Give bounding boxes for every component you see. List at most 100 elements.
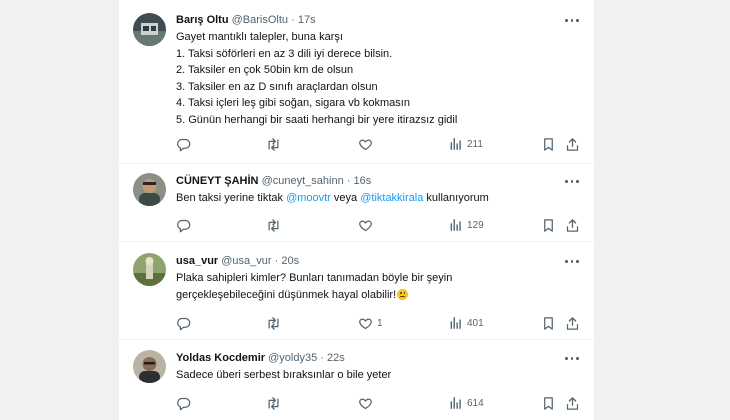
separator-dot: · [291, 14, 295, 26]
retweet-button[interactable] [266, 136, 285, 152]
user-handle[interactable]: @usa_vur [221, 255, 271, 267]
display-name[interactable]: usa_vur [176, 255, 218, 267]
avatar[interactable] [133, 173, 166, 206]
timestamp[interactable]: 16s [353, 175, 371, 187]
display-name[interactable]: CÜNEYT ŞAHİN [176, 175, 259, 187]
heart-icon [358, 137, 373, 152]
views-chart-icon [449, 218, 463, 232]
view-count: 614 [467, 397, 484, 409]
tweet-text-line: 5. Günün herhangi bir saati herhangi bir… [176, 113, 458, 126]
avatar[interactable] [133, 13, 166, 46]
reply-button[interactable] [176, 217, 195, 233]
retweet-icon [266, 137, 281, 152]
mention-link[interactable]: @moovtr [286, 192, 331, 204]
reply-icon [176, 396, 191, 411]
reply-icon [176, 316, 191, 331]
retweet-button[interactable] [266, 395, 285, 411]
tweet-header: CÜNEYT ŞAHİN @cuneyt_sahinn · 16s [176, 175, 371, 187]
share-button[interactable] [565, 217, 580, 233]
like-button[interactable] [358, 395, 377, 411]
bookmark-button[interactable] [541, 217, 556, 233]
text-segment: veya [330, 192, 361, 204]
tweet-text-line: 4. Taksi içleri leş gibi soğan, sigara v… [176, 97, 410, 109]
tweet-text: Plaka sahipleri kimler? Bunları tanımada… [176, 270, 452, 303]
share-icon [565, 218, 580, 233]
like-button[interactable]: 1 [358, 315, 383, 331]
tweet[interactable]: CÜNEYT ŞAHİN @cuneyt_sahinn · 16s Ben ta… [119, 164, 594, 242]
views-chart-icon [449, 396, 463, 410]
reply-button[interactable] [176, 395, 195, 411]
tweet-text-line: 2. Taksiler en çok 50bin km de olsun [176, 64, 354, 76]
tweet-text-line: Ben taksi yerine tiktak @moovtr veya @ti… [176, 190, 489, 207]
separator-dot: · [274, 255, 279, 267]
reply-button[interactable] [176, 136, 195, 152]
user-handle[interactable]: @BarisOltu [232, 14, 288, 26]
tweet-actions: 129 [176, 217, 576, 233]
tweet-header: Yoldas Kocdemir @yoldy35 · 22s [176, 352, 345, 364]
user-handle[interactable]: @yoldy35 [268, 352, 317, 364]
retweet-icon [266, 218, 281, 233]
reply-icon [176, 218, 191, 233]
views-button[interactable]: 614 [449, 395, 484, 411]
tweet[interactable]: Barış Oltu @BarisOltu · 17s Gayet mantık… [119, 0, 594, 164]
tweet-text-line: Sadece überi serbest bıraksınlar o bile … [176, 369, 392, 381]
view-count: 211 [467, 138, 483, 150]
bookmark-button[interactable] [541, 136, 556, 152]
tweet-text: Ben taksi yerine tiktak @moovtr veya @ti… [176, 190, 489, 207]
share-button[interactable] [565, 395, 580, 411]
views-button[interactable]: 211 [449, 136, 483, 152]
tweet-text-line: gerçekleşebileceğini düşünmek hayal olab… [176, 287, 452, 304]
tweet-actions: 211 [176, 136, 576, 152]
tweet-text-line: 3. Taksiler en az D sınıfı araçlardan ol… [176, 80, 378, 93]
tweet[interactable]: usa_vur @usa_vur · 20s Plaka sahipleri k… [119, 242, 594, 340]
retweet-button[interactable] [266, 315, 285, 331]
heart-icon [358, 396, 373, 411]
like-count: 1 [377, 317, 383, 329]
retweet-button[interactable] [266, 217, 285, 233]
bookmark-button[interactable] [541, 315, 556, 331]
tweet-text-line: Plaka sahipleri kimler? Bunları tanımada… [176, 272, 453, 284]
like-button[interactable] [358, 217, 377, 233]
views-chart-icon [449, 316, 463, 330]
timeline-feed: Barış Oltu @BarisOltu · 17s Gayet mantık… [118, 0, 595, 420]
share-icon [565, 137, 580, 152]
reply-button[interactable] [176, 315, 195, 331]
tweet-header: Barış Oltu @BarisOltu · 17s [176, 14, 316, 26]
display-name[interactable]: Barış Oltu [176, 14, 229, 26]
timestamp[interactable]: 22s [327, 352, 345, 364]
timestamp[interactable]: 17s [298, 14, 316, 26]
separator-dot: · [346, 175, 351, 187]
tweet-text: Gayet mantıklı talepler, buna karşı 1. T… [176, 29, 457, 128]
avatar[interactable] [133, 253, 166, 286]
bookmark-icon [541, 396, 556, 411]
view-count: 401 [467, 317, 484, 329]
bookmark-icon [541, 316, 556, 331]
more-options-icon[interactable] [564, 254, 580, 268]
share-button[interactable] [565, 136, 580, 152]
user-handle[interactable]: @cuneyt_sahinn [262, 175, 344, 187]
like-button[interactable] [358, 136, 377, 152]
share-icon [565, 396, 580, 411]
more-options-icon[interactable] [564, 174, 580, 188]
views-button[interactable]: 401 [449, 315, 484, 331]
tweet[interactable]: Yoldas Kocdemir @yoldy35 · 22s Sadece üb… [119, 340, 594, 420]
bookmark-button[interactable] [541, 395, 556, 411]
timestamp[interactable]: 20s [281, 255, 299, 267]
reply-icon [176, 137, 191, 152]
heart-icon [358, 316, 373, 331]
text-segment: kullanıyorum [423, 192, 489, 204]
views-button[interactable]: 129 [449, 217, 484, 233]
more-options-icon[interactable] [564, 13, 580, 27]
share-button[interactable] [565, 315, 580, 331]
more-options-icon[interactable] [564, 351, 580, 365]
display-name[interactable]: Yoldas Kocdemir [176, 352, 265, 364]
view-count: 129 [467, 219, 484, 231]
views-chart-icon [449, 137, 463, 151]
smirking-face-emoji [397, 288, 409, 300]
heart-icon [358, 218, 373, 233]
mention-link[interactable]: @tiktakkirala [360, 192, 423, 204]
text-segment: gerçekleşebileceğini düşünmek hayal olab… [176, 288, 397, 301]
avatar[interactable] [133, 350, 166, 383]
tweet-text-line: 1. Taksi söförleri en az 3 dili iyi dere… [176, 47, 393, 60]
share-icon [565, 316, 580, 331]
